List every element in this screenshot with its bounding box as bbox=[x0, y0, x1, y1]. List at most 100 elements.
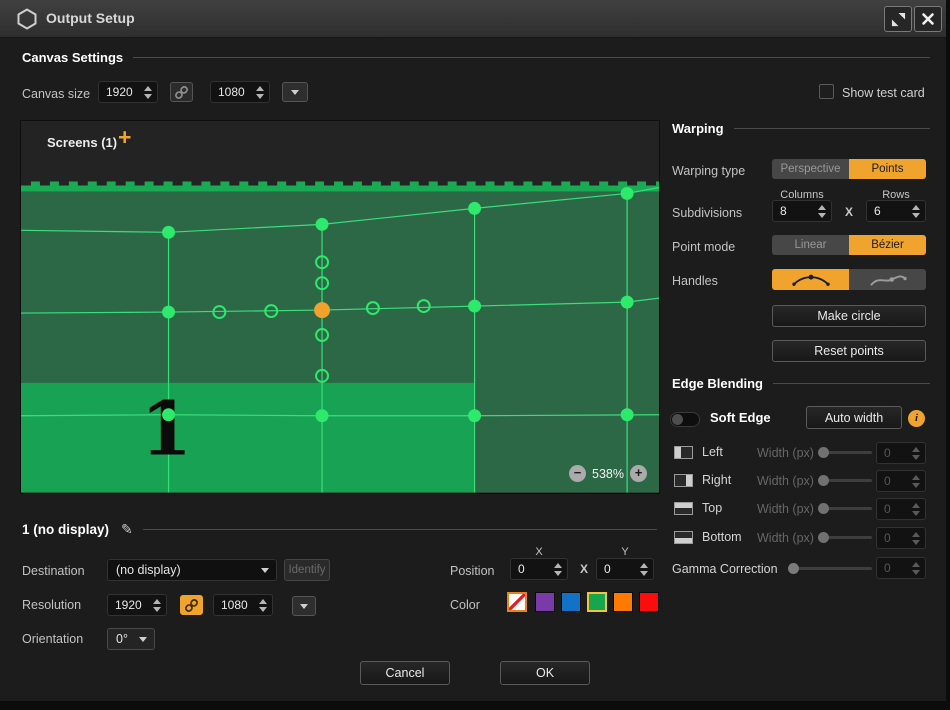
gamma-input[interactable]: 0 bbox=[876, 557, 926, 579]
stepper-arrows[interactable] bbox=[912, 205, 921, 218]
window-right-edge bbox=[946, 0, 950, 710]
edge-top-width-input[interactable]: 0 bbox=[876, 498, 926, 520]
ok-button[interactable]: OK bbox=[500, 661, 590, 685]
resolution-height-input[interactable]: 1080 bbox=[213, 594, 273, 616]
bezier-symmetric-handles-icon bbox=[789, 271, 833, 288]
point-mode-label: Point mode bbox=[672, 240, 735, 254]
gamma-slider[interactable] bbox=[788, 562, 872, 575]
edge-left-width-input[interactable]: 0 bbox=[876, 442, 926, 464]
edge-bottom-width-label: Width (px) bbox=[757, 531, 814, 545]
reset-points-button[interactable]: Reset points bbox=[772, 340, 926, 362]
orientation-label: Orientation bbox=[22, 632, 83, 646]
resolution-link-button[interactable] bbox=[180, 595, 203, 615]
divider bbox=[734, 128, 930, 129]
edit-pencil-icon[interactable]: ✎ bbox=[121, 521, 133, 538]
resolution-width-input[interactable]: 1920 bbox=[107, 594, 167, 616]
stepper-arrows[interactable] bbox=[912, 532, 921, 545]
app-logo-hexagon-icon bbox=[16, 8, 38, 30]
color-swatch-green[interactable] bbox=[587, 592, 607, 612]
soft-edge-label: Soft Edge bbox=[710, 410, 771, 425]
edge-right-width-label: Width (px) bbox=[757, 474, 814, 488]
stepper-arrows[interactable] bbox=[912, 503, 921, 516]
edge-bottom-icon bbox=[674, 531, 693, 544]
title-bar: Output Setup bbox=[0, 0, 950, 38]
handles-asymmetric-option[interactable] bbox=[849, 269, 926, 290]
canvas-height-input[interactable]: 1080 bbox=[210, 81, 270, 103]
stepper-arrows[interactable] bbox=[554, 563, 563, 576]
stepper-arrows[interactable] bbox=[912, 447, 921, 460]
edge-top-slider[interactable] bbox=[818, 502, 872, 515]
stepper-arrows[interactable] bbox=[912, 475, 921, 488]
resolution-label: Resolution bbox=[22, 598, 81, 612]
position-y-input[interactable]: 0 bbox=[596, 558, 654, 580]
subdivisions-label: Subdivisions bbox=[672, 206, 742, 220]
warping-type-points[interactable]: Points bbox=[849, 159, 926, 179]
slider-knob[interactable] bbox=[818, 475, 829, 486]
warping-type-perspective[interactable]: Perspective bbox=[772, 159, 849, 179]
color-swatch-purple[interactable] bbox=[535, 592, 555, 612]
chevron-down-icon bbox=[300, 604, 308, 609]
cancel-button[interactable]: Cancel bbox=[360, 661, 450, 685]
canvas-size-label: Canvas size bbox=[22, 87, 90, 101]
destination-dropdown[interactable]: (no display) bbox=[107, 559, 277, 581]
slider-knob[interactable] bbox=[818, 532, 829, 543]
stepper-arrows[interactable] bbox=[818, 205, 827, 218]
color-swatch-orange[interactable] bbox=[613, 592, 633, 612]
warp-grid-svg[interactable]: 1 bbox=[21, 181, 659, 493]
stepper-arrows[interactable] bbox=[640, 563, 649, 576]
chevron-down-icon bbox=[139, 637, 147, 642]
expand-button[interactable] bbox=[884, 6, 912, 32]
stepper-arrows[interactable] bbox=[256, 86, 265, 99]
stepper-arrows[interactable] bbox=[912, 562, 921, 575]
make-circle-button[interactable]: Make circle bbox=[772, 305, 926, 327]
point-mode-linear[interactable]: Linear bbox=[772, 235, 849, 255]
columns-input[interactable]: 8 bbox=[772, 200, 832, 222]
info-icon[interactable]: i bbox=[908, 410, 925, 427]
stepper-arrows[interactable] bbox=[259, 599, 268, 612]
destination-label: Destination bbox=[22, 564, 85, 578]
edge-bottom-slider[interactable] bbox=[818, 531, 872, 544]
link-icon bbox=[174, 85, 189, 100]
handles-label: Handles bbox=[672, 274, 718, 288]
slider-knob[interactable] bbox=[818, 503, 829, 514]
warping-type-label: Warping type bbox=[672, 164, 745, 178]
edge-left-slider[interactable] bbox=[818, 446, 872, 459]
stepper-arrows[interactable] bbox=[144, 86, 153, 99]
show-test-card-checkbox[interactable] bbox=[819, 84, 834, 99]
edge-top-label: Top bbox=[702, 501, 722, 515]
edge-right-width-input[interactable]: 0 bbox=[876, 470, 926, 492]
handles-symmetric-option[interactable] bbox=[772, 269, 849, 290]
zoom-out-button[interactable]: − bbox=[569, 465, 586, 482]
canvas-size-link-button[interactable] bbox=[170, 82, 193, 102]
divider bbox=[133, 57, 930, 58]
zoom-in-button[interactable]: + bbox=[630, 465, 647, 482]
rows-input[interactable]: 6 bbox=[866, 200, 926, 222]
resolution-preset-dropdown[interactable] bbox=[292, 596, 316, 616]
bezier-asymmetric-handles-icon bbox=[866, 271, 910, 288]
color-swatch-blue[interactable] bbox=[561, 592, 581, 612]
handles-segmented bbox=[772, 269, 926, 290]
position-x-input[interactable]: 0 bbox=[510, 558, 568, 580]
close-button[interactable] bbox=[914, 6, 942, 32]
color-swatch-red[interactable] bbox=[639, 592, 659, 612]
position-y-label: Y bbox=[596, 546, 654, 558]
canvas-size-preset-dropdown[interactable] bbox=[282, 82, 308, 102]
gamma-correction-label: Gamma Correction bbox=[672, 562, 778, 576]
edge-bottom-width-input[interactable]: 0 bbox=[876, 527, 926, 549]
color-label: Color bbox=[450, 598, 480, 612]
point-mode-bezier[interactable]: Bézier bbox=[849, 235, 926, 255]
identify-button[interactable]: Identify bbox=[284, 559, 330, 581]
slider-knob[interactable] bbox=[818, 447, 829, 458]
orientation-dropdown[interactable]: 0° bbox=[107, 628, 155, 650]
auto-width-button[interactable]: Auto width bbox=[806, 406, 902, 429]
stepper-arrows[interactable] bbox=[153, 599, 162, 612]
color-swatch-none[interactable] bbox=[507, 592, 527, 612]
soft-edge-toggle[interactable] bbox=[670, 412, 700, 427]
output-setup-dialog: Output Setup Canvas Settings Canvas size… bbox=[0, 0, 950, 710]
slider-knob[interactable] bbox=[788, 563, 799, 574]
edge-right-slider[interactable] bbox=[818, 474, 872, 487]
add-screen-button[interactable]: + bbox=[118, 126, 131, 149]
canvas-width-input[interactable]: 1920 bbox=[98, 81, 158, 103]
position-x-separator: X bbox=[580, 562, 588, 576]
screens-panel: Screens (1) + 1 − 538% + bbox=[20, 120, 660, 494]
